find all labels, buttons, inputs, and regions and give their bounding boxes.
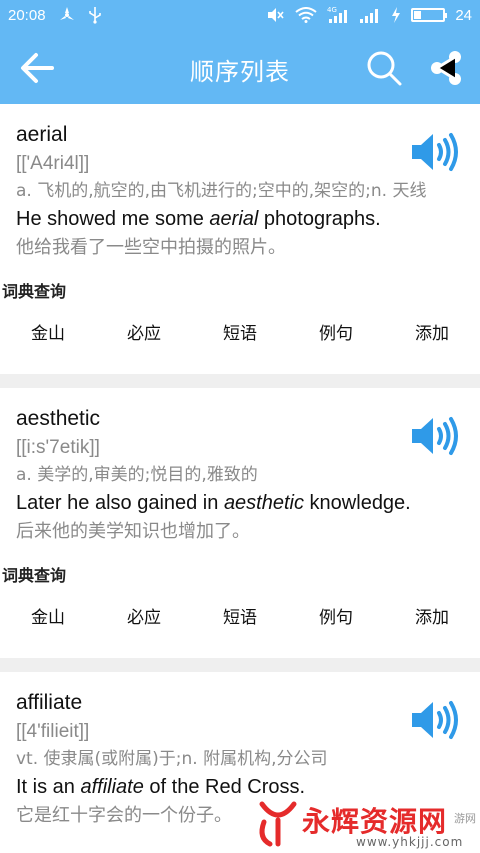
example-english: Later he also gained in aesthetic knowle… (16, 488, 464, 518)
example-keyword: aesthetic (223, 492, 304, 514)
action-add[interactable]: 添加 (384, 319, 480, 344)
speaker-icon (412, 417, 458, 455)
battery-percent: 24 (455, 6, 472, 24)
word-list: aerial [['A4ri4l]] a. 飞机的,航空的,由飞机进行的;空中的… (0, 104, 480, 853)
share-icon (431, 51, 461, 85)
word-title: aerial (16, 123, 68, 146)
search-button[interactable] (364, 48, 404, 88)
action-jinshan[interactable]: 金山 (0, 603, 96, 628)
pronounce-button[interactable] (410, 414, 460, 458)
share-button[interactable] (428, 50, 468, 90)
action-examples[interactable]: 例句 (288, 603, 384, 628)
example-text: photographs. (258, 208, 381, 230)
action-jinshan[interactable]: 金山 (0, 319, 96, 344)
word-card: aerial [['A4ri4l]] a. 飞机的,航空的,由飞机进行的;空中的… (0, 104, 480, 374)
status-time: 20:08 (8, 6, 46, 24)
word-phonetic: [[i:s'7etik]] (16, 437, 100, 458)
example-keyword: affiliate (80, 776, 144, 798)
speaker-icon (412, 701, 458, 739)
app-bar: 顺序列表 (0, 30, 480, 104)
example-text: knowledge. (304, 492, 411, 514)
action-bing[interactable]: 必应 (96, 319, 192, 344)
watermark-logo-icon (259, 801, 297, 846)
charging-icon (391, 7, 401, 23)
dict-actions: 金山 必应 短语 例句 添加 (0, 302, 480, 360)
pronounce-button[interactable] (410, 698, 460, 742)
page-title: 顺序列表 (190, 58, 290, 86)
fan-icon (58, 6, 76, 24)
svg-text:4G: 4G (327, 6, 337, 14)
dict-query-label: 词典查询 (2, 282, 67, 301)
example-text: Later he also gained in (16, 492, 224, 514)
watermark: 永辉资源网 游网 www.yhkjjj.com (254, 790, 480, 853)
example-text: It is an (16, 776, 81, 798)
word-phonetic: [[4'filieit]] (16, 721, 90, 742)
mute-icon (267, 7, 285, 23)
dict-actions: 金山 必应 短语 例句 添加 (0, 586, 480, 644)
word-definition: a. 美学的,审美的;悦目的,雅致的 (16, 465, 258, 485)
word-phonetic: [['A4ri4l]] (16, 153, 90, 174)
word-card: aesthetic [[i:s'7etik]] a. 美学的,审美的;悦目的,雅… (0, 388, 480, 658)
signal-icon (359, 7, 381, 23)
battery-icon (411, 8, 448, 22)
example-english: He showed me some aerial photographs. (16, 204, 464, 234)
action-phrases[interactable]: 短语 (192, 603, 288, 628)
watermark-url: www.yhkjjj.com (356, 835, 464, 849)
example-chinese: 他给我看了一些空中拍摄的照片。 (16, 237, 286, 258)
action-examples[interactable]: 例句 (288, 319, 384, 344)
action-bing[interactable]: 必应 (96, 603, 192, 628)
word-title: aesthetic (16, 407, 101, 430)
word-title: affiliate (16, 691, 83, 714)
watermark-small: 游网 (454, 812, 476, 825)
watermark-text: 永辉资源网 (302, 804, 448, 838)
word-definition: a. 飞机的,航空的,由飞机进行的;空中的,架空的;n. 天线 (16, 181, 427, 201)
search-icon (367, 51, 402, 86)
action-phrases[interactable]: 短语 (192, 319, 288, 344)
wifi-icon (295, 7, 317, 23)
example-text: He showed me some (16, 208, 210, 230)
example-keyword: aerial (209, 208, 259, 230)
action-add[interactable]: 添加 (384, 603, 480, 628)
status-bar: 20:08 4G 24 (0, 0, 480, 30)
signal-4g-icon: 4G (327, 6, 349, 24)
example-chinese: 后来他的美学知识也增加了。 (16, 521, 250, 542)
usb-icon (88, 6, 102, 24)
speaker-icon (412, 133, 458, 171)
dict-query-label: 词典查询 (2, 566, 67, 585)
pronounce-button[interactable] (410, 130, 460, 174)
word-definition: vt. 使隶属(或附属)于;n. 附属机构,分公司 (16, 749, 328, 769)
